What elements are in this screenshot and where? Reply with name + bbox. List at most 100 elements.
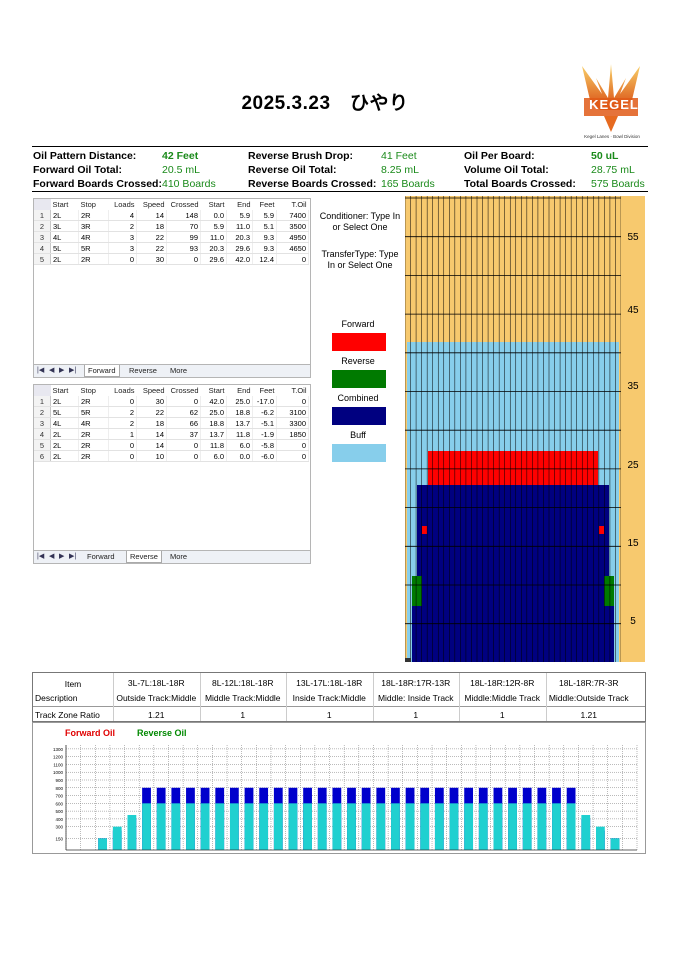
table-cell[interactable]: 5R xyxy=(78,406,109,418)
table-cell[interactable]: 1850 xyxy=(276,428,309,440)
table-cell[interactable]: 42.0 xyxy=(200,396,227,407)
table-cell[interactable]: 0 xyxy=(108,450,137,462)
table-cell[interactable]: 3R xyxy=(78,220,109,232)
column-header[interactable]: T.Oil xyxy=(276,199,309,210)
table-cell[interactable]: 5R xyxy=(78,242,109,254)
table-cell[interactable]: 30 xyxy=(136,253,167,265)
table-cell[interactable]: 4650 xyxy=(276,242,309,254)
table-cell[interactable]: 12.4 xyxy=(252,253,277,265)
table-cell[interactable]: 2 xyxy=(108,406,137,418)
table-cell[interactable]: 5L xyxy=(50,406,79,418)
table-row[interactable]: 6 2L 2R 0 10 0 6.0 0.0 -6.0 0 xyxy=(34,450,309,462)
column-header[interactable]: Crossed xyxy=(166,385,201,396)
prev-sheet-icon[interactable]: ◀ xyxy=(49,366,54,374)
next-sheet-icon[interactable]: ▶ xyxy=(59,366,64,374)
table-cell[interactable]: 37 xyxy=(166,428,201,440)
column-header[interactable]: Start xyxy=(50,199,79,210)
table-cell[interactable]: -1.9 xyxy=(252,428,277,440)
table-cell[interactable]: 2L xyxy=(50,450,79,462)
table-cell[interactable]: 2R xyxy=(78,428,109,440)
table-cell[interactable]: 0.0 xyxy=(226,450,253,462)
table-cell[interactable]: 3 xyxy=(108,242,137,254)
table-cell[interactable]: 66 xyxy=(166,417,201,429)
table-cell[interactable]: 5L xyxy=(50,242,79,254)
table-cell[interactable]: 25.0 xyxy=(200,406,227,418)
table-cell[interactable]: 42.0 xyxy=(226,253,253,265)
table-cell[interactable]: 0 xyxy=(166,439,201,451)
column-header[interactable]: T.Oil xyxy=(276,385,309,396)
table-cell[interactable]: 25.0 xyxy=(226,396,253,407)
table-row[interactable]: 5 2L 2R 0 14 0 11.8 6.0 -5.8 0 xyxy=(34,439,309,451)
table-cell[interactable]: 30 xyxy=(136,396,167,407)
column-header[interactable]: Stop xyxy=(78,385,109,396)
table-cell[interactable]: 0 xyxy=(108,253,137,265)
table-row[interactable]: 2 3L 3R 2 18 70 5.9 11.0 5.1 3500 xyxy=(34,220,309,232)
table-cell[interactable]: 22 xyxy=(136,406,167,418)
table-cell[interactable]: 2R xyxy=(78,439,109,451)
column-header[interactable]: Loads xyxy=(108,199,137,210)
table-cell[interactable]: 18 xyxy=(136,220,167,232)
column-header[interactable]: Feet xyxy=(252,199,277,210)
tab-more[interactable]: More xyxy=(167,365,190,376)
tab-more[interactable]: More xyxy=(167,551,190,562)
table-cell[interactable]: 99 xyxy=(166,231,201,243)
table-cell[interactable]: 4 xyxy=(108,210,137,221)
tab-forward[interactable]: Forward xyxy=(84,551,118,562)
column-header[interactable]: Start xyxy=(50,385,79,396)
table-cell[interactable]: 2L xyxy=(50,253,79,265)
table-cell[interactable]: 0 xyxy=(276,450,309,462)
last-sheet-icon[interactable]: ▶| xyxy=(69,366,76,374)
table-cell[interactable]: 4L xyxy=(50,417,79,429)
column-header[interactable]: Start xyxy=(200,385,227,396)
table-cell[interactable]: 3L xyxy=(50,220,79,232)
column-header[interactable]: Crossed xyxy=(166,199,201,210)
table-cell[interactable]: -17.0 xyxy=(252,396,277,407)
table-cell[interactable]: 14 xyxy=(136,210,167,221)
table-cell[interactable]: 5.9 xyxy=(226,210,253,221)
table-cell[interactable]: 2R xyxy=(78,253,109,265)
table-cell[interactable]: 22 xyxy=(136,242,167,254)
table-cell[interactable]: 3100 xyxy=(276,406,309,418)
table-cell[interactable]: 4R xyxy=(78,417,109,429)
table-cell[interactable]: 14 xyxy=(136,439,167,451)
table-cell[interactable]: 0 xyxy=(166,450,201,462)
tab-forward[interactable]: Forward xyxy=(84,365,120,377)
forward-load-table[interactable]: Start Stop Loads Speed Crossed Start End Feet T.… xyxy=(33,198,311,378)
table-cell[interactable]: 3300 xyxy=(276,417,309,429)
prev-sheet-icon[interactable]: ◀ xyxy=(49,552,54,560)
table-cell[interactable]: 0 xyxy=(166,396,201,407)
table-cell[interactable]: 1 xyxy=(108,428,137,440)
table-cell[interactable]: 0 xyxy=(108,396,137,407)
table-cell[interactable]: 11.8 xyxy=(200,439,227,451)
column-header[interactable]: Speed xyxy=(136,199,167,210)
table-cell[interactable]: 4R xyxy=(78,231,109,243)
first-sheet-icon[interactable]: |◀ xyxy=(37,552,44,560)
column-header[interactable]: Feet xyxy=(252,385,277,396)
table-cell[interactable]: 2L xyxy=(50,396,79,407)
table-row[interactable]: 3 4L 4R 3 22 99 11.0 20.3 9.3 4950 xyxy=(34,231,309,243)
table-cell[interactable]: 22 xyxy=(136,231,167,243)
table-cell[interactable]: 29.6 xyxy=(226,242,253,254)
table-row[interactable]: 3 4L 4R 2 18 66 18.8 13.7 -5.1 3300 xyxy=(34,417,309,429)
table-row[interactable]: 1 2L 2R 0 30 0 42.0 25.0 -17.0 0 xyxy=(34,396,309,407)
table-cell[interactable]: 4L xyxy=(50,231,79,243)
table-cell[interactable]: 5.1 xyxy=(252,220,277,232)
table-cell[interactable]: 20.3 xyxy=(200,242,227,254)
table-cell[interactable]: 148 xyxy=(166,210,201,221)
table-row[interactable]: 4 5L 5R 3 22 93 20.3 29.6 9.3 4650 xyxy=(34,242,309,254)
table-cell[interactable]: 93 xyxy=(166,242,201,254)
table-cell[interactable]: 2R xyxy=(78,210,109,221)
table-cell[interactable]: -6.0 xyxy=(252,450,277,462)
table-cell[interactable]: 0 xyxy=(166,253,201,265)
table-cell[interactable]: 6.0 xyxy=(200,450,227,462)
last-sheet-icon[interactable]: ▶| xyxy=(69,552,76,560)
table-cell[interactable]: -5.8 xyxy=(252,439,277,451)
table-cell[interactable]: 2L xyxy=(50,428,79,440)
table-cell[interactable]: 0 xyxy=(276,396,309,407)
column-header[interactable]: End xyxy=(226,199,253,210)
table-cell[interactable]: 3 xyxy=(108,231,137,243)
table-cell[interactable]: 2R xyxy=(78,396,109,407)
table-cell[interactable]: 11.8 xyxy=(226,428,253,440)
table-cell[interactable]: 0 xyxy=(108,439,137,451)
table-cell[interactable]: 62 xyxy=(166,406,201,418)
